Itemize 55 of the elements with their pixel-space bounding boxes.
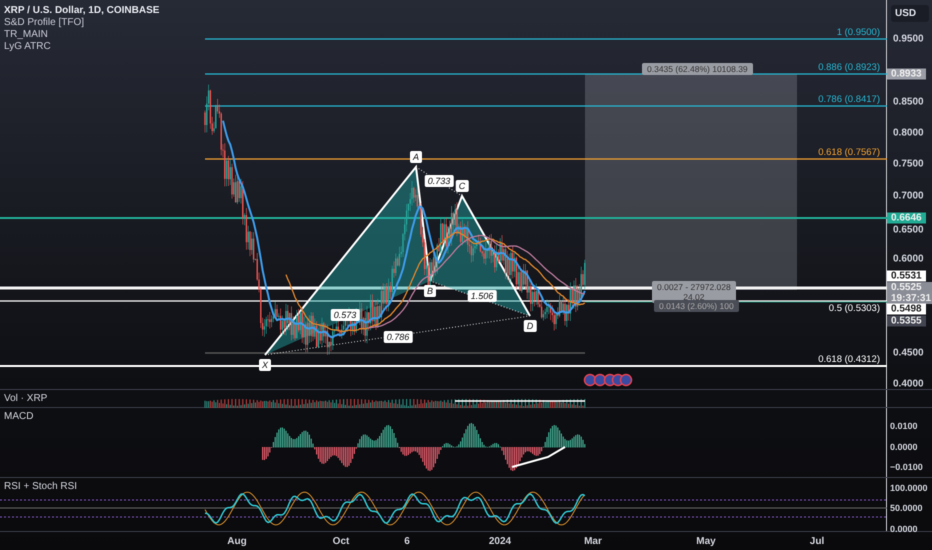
price-tick: 0.6500 bbox=[893, 224, 924, 236]
pattern-ratio-label: 1.506 bbox=[468, 290, 496, 302]
price-tag: 0.5498 bbox=[887, 304, 926, 314]
event-markers-icon bbox=[584, 374, 632, 386]
price-tag: 0.5525 19:37:31 bbox=[887, 282, 932, 304]
price-tick: 0.4500 bbox=[893, 348, 924, 358]
time-tick: Oct bbox=[332, 536, 350, 547]
pattern-point-label: A bbox=[410, 151, 422, 163]
indicator-tick: 50.0000 bbox=[890, 503, 923, 513]
fib-level-label: 0.618 (0.4312) bbox=[818, 354, 880, 365]
indicator-tick: 100.0000 bbox=[890, 483, 928, 493]
time-tick: 2024 bbox=[488, 536, 512, 547]
time-tick: Aug bbox=[227, 536, 247, 547]
price-tick: 0.6000 bbox=[893, 254, 924, 264]
indicator-label: S&D Profile [TFO] bbox=[4, 17, 86, 28]
pattern-ratio-label: 0.733 bbox=[424, 175, 454, 187]
fib-level-label: 0.886 (0.8923) bbox=[818, 62, 880, 73]
trend-line bbox=[512, 446, 566, 468]
pane-title: RSI + Stoch RSI bbox=[4, 481, 78, 492]
indicator-label: LyG ATRC bbox=[4, 41, 52, 52]
fib-level-label: 0.5 (0.5303) bbox=[828, 303, 880, 314]
measurement-label: 0.3435 (62.48%) 10108.39 bbox=[642, 63, 753, 75]
time-tick: Mar bbox=[584, 536, 602, 547]
indicator-tick: 0.0000 bbox=[890, 442, 918, 452]
chart-title: XRP / U.S. Dollar, 1D, COINBASE bbox=[4, 5, 160, 16]
price-tick: 0.8500 bbox=[893, 96, 924, 108]
pattern-point-label: C bbox=[456, 180, 468, 192]
price-tick: 0.8000 bbox=[893, 128, 924, 138]
fib-level-label: 1 (0.9500) bbox=[836, 27, 880, 38]
pattern-point-label: D bbox=[524, 320, 536, 332]
pane-title: MACD bbox=[4, 411, 34, 422]
indicator-label: TR_MAIN bbox=[4, 29, 49, 40]
fib-level-label: 0.786 (0.8417) bbox=[818, 94, 880, 105]
pane-title: Vol · XRP bbox=[4, 393, 48, 404]
indicator-tick: −0.0100 bbox=[890, 462, 923, 472]
pattern-ratio-label: 0.786 bbox=[384, 331, 412, 343]
fib-level-label: 0.618 (0.7567) bbox=[818, 147, 880, 158]
time-tick: May bbox=[696, 536, 716, 547]
time-tick: 6 bbox=[404, 536, 410, 547]
pattern-point-label: X bbox=[259, 359, 271, 371]
pattern-ratio-label: 0.573 bbox=[330, 309, 360, 321]
price-tag: 0.5355 bbox=[887, 316, 926, 326]
price-tag: 0.8933 bbox=[887, 68, 926, 80]
price-tag: 0.5531 bbox=[887, 270, 926, 282]
pattern-point-label: B bbox=[424, 285, 436, 297]
time-tick: Jul bbox=[810, 536, 824, 547]
measurement-label: 0.0143 (2.60%) 100 bbox=[654, 300, 739, 312]
indicator-tick: 0.0100 bbox=[890, 421, 918, 431]
price-tick: 0.7500 bbox=[893, 158, 924, 170]
price-tag: 0.6646 bbox=[887, 212, 926, 224]
currency-button[interactable]: USD bbox=[891, 5, 929, 22]
price-tick: 0.9500 bbox=[893, 34, 924, 44]
price-tick: 0.4000 bbox=[893, 378, 924, 390]
indicator-tick: 0.0000 bbox=[890, 524, 918, 534]
price-tick: 0.7000 bbox=[893, 190, 924, 202]
